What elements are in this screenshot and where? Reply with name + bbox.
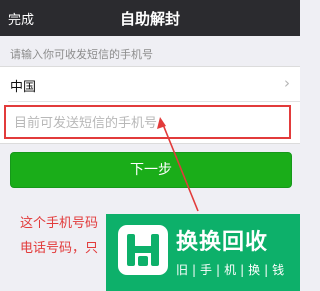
- annotation-line-1: 这个手机号码: [20, 216, 99, 231]
- watermark-title: 换换回收: [176, 230, 269, 255]
- annotation-line-2: 电话号码，只: [20, 241, 99, 256]
- watermark-subtitle: 旧|手|机|换|钱: [176, 263, 289, 277]
- watermark-badge: 换换回收 旧|手|机|换|钱: [106, 214, 300, 291]
- watermark-logo-icon: [118, 225, 168, 275]
